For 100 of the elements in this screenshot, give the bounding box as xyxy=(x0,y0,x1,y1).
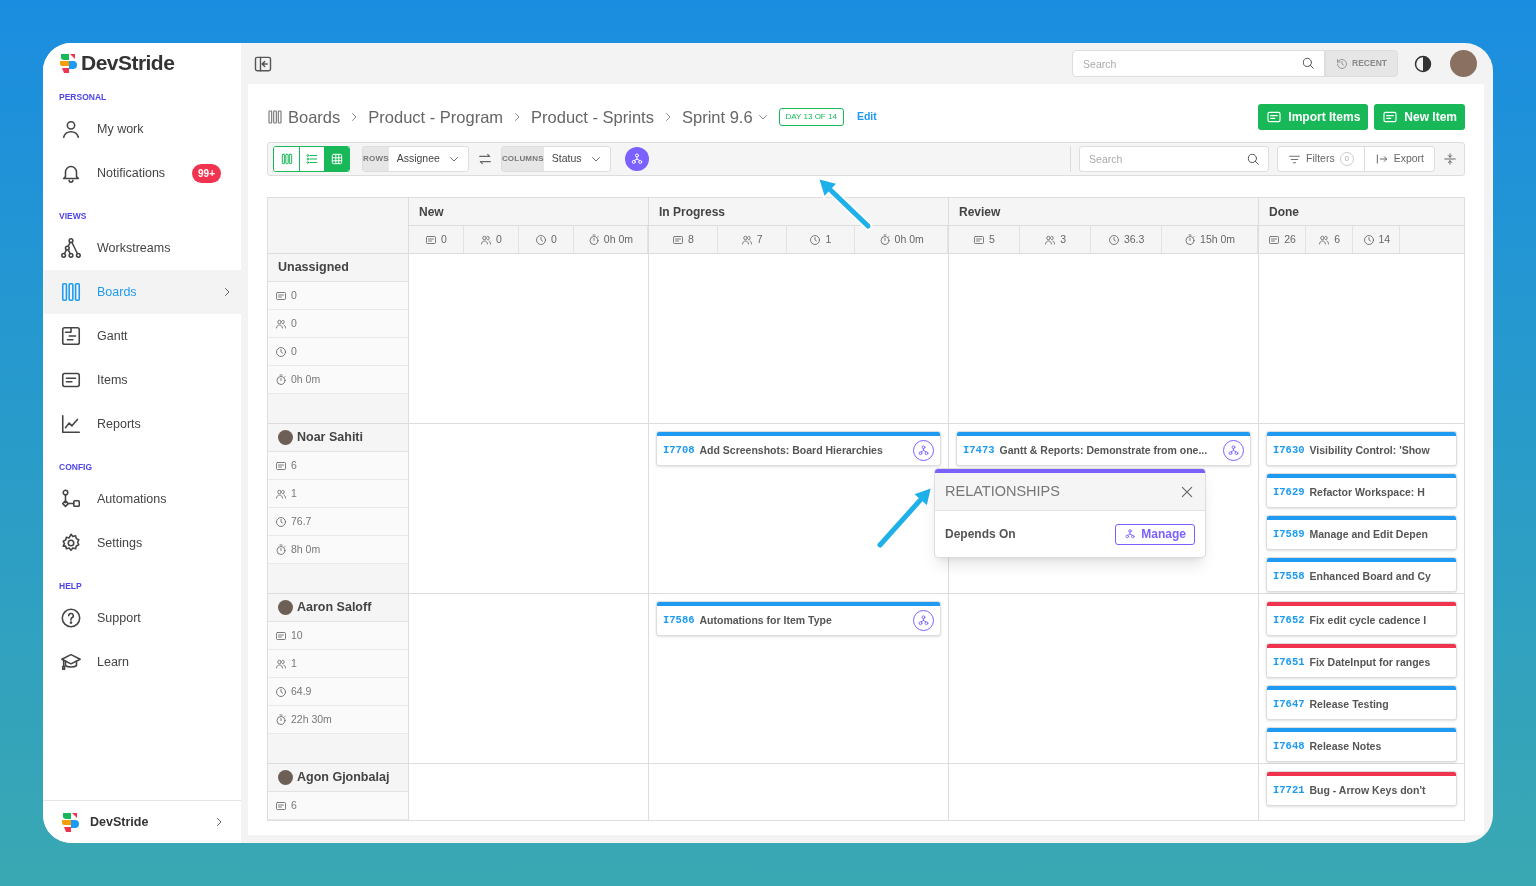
hierarchy-icon xyxy=(1227,444,1240,457)
column-stat: 0h 0m xyxy=(603,231,634,247)
item-card[interactable]: I7586 Automations for Item Type xyxy=(656,601,941,636)
contrast-icon[interactable] xyxy=(1414,54,1432,73)
card-icon xyxy=(275,799,287,812)
item-id: I7558 xyxy=(1273,568,1305,584)
logo-icon xyxy=(60,811,80,833)
clock-icon xyxy=(275,345,287,358)
card-icon xyxy=(1268,233,1281,246)
row-title: Aaron Saloff xyxy=(297,599,372,617)
column-stat: 1 xyxy=(825,231,832,247)
column-stat: 26 xyxy=(1284,231,1296,247)
column-stat: 6 xyxy=(1334,231,1341,247)
sidebar-item[interactable]: Gantt xyxy=(43,314,241,358)
card-icon xyxy=(1266,109,1283,125)
history-icon xyxy=(1336,57,1349,70)
breadcrumb-link[interactable]: Product - Sprints xyxy=(531,104,654,130)
clock-icon xyxy=(535,233,547,246)
search-field[interactable]: Search xyxy=(1072,50,1326,77)
people-icon xyxy=(275,487,287,500)
graduation-cap-icon xyxy=(60,651,82,673)
item-card[interactable]: I7630 Visibility Control: 'Show xyxy=(1266,431,1457,466)
item-card[interactable]: I7652 Fix edit cycle cadence I xyxy=(1266,601,1457,636)
sidebar-item[interactable]: Learn xyxy=(43,640,241,684)
view-toggle[interactable] xyxy=(299,147,324,171)
card-icon xyxy=(425,233,438,246)
card-icon xyxy=(671,233,684,246)
item-id: I7630 xyxy=(1273,442,1305,458)
item-title: Bug - Arrow Keys don't xyxy=(1309,782,1426,798)
column-stat: 0 xyxy=(551,231,557,247)
item-card[interactable]: I7651 Fix DateInput for ranges xyxy=(1266,643,1457,678)
view-toggle[interactable] xyxy=(274,147,299,171)
sprint-day-badge: DAY 13 OF 14 xyxy=(778,108,844,126)
item-id: I7651 xyxy=(1273,654,1305,670)
avatar xyxy=(278,430,293,445)
section-label: VIEWS xyxy=(58,210,88,223)
column-stat: 8 xyxy=(687,231,694,247)
sidebar-item[interactable]: Notifications 99+ xyxy=(43,151,241,195)
sidebar-item[interactable]: Support xyxy=(43,596,241,640)
item-card[interactable]: I7648 Release Notes xyxy=(1266,727,1457,762)
search-icon xyxy=(1301,56,1316,70)
line-chart-icon xyxy=(60,413,82,435)
hierarchy-icon xyxy=(60,237,82,259)
select-field[interactable]: COLUMNS Status xyxy=(500,146,611,172)
people-icon xyxy=(1044,233,1057,246)
sidebar-item[interactable]: My work xyxy=(43,107,241,151)
hierarchy-icon xyxy=(1124,528,1137,540)
item-id: I7586 xyxy=(663,612,695,628)
stopwatch-icon xyxy=(878,233,891,246)
search-icon xyxy=(1246,152,1261,166)
item-card[interactable]: I7473 Gantt & Reports: Demonstrate from one... xyxy=(956,431,1251,466)
row-stat: 0 xyxy=(291,287,297,303)
breadcrumb-link[interactable]: Product - Program xyxy=(368,104,504,130)
row-stat: 10 xyxy=(291,627,303,643)
row-stat: 0 xyxy=(291,315,297,331)
people-icon xyxy=(480,233,493,246)
item-id: I7708 xyxy=(663,442,695,458)
column-stat: 0 xyxy=(496,231,502,247)
people-icon xyxy=(275,317,287,330)
row-stat: 6 xyxy=(291,797,297,813)
item-id: I7473 xyxy=(963,442,995,458)
relationships-button[interactable] xyxy=(624,147,649,171)
sidebar-item[interactable]: Items xyxy=(43,358,241,402)
row-stat: 0 xyxy=(291,343,297,359)
item-card[interactable]: I7558 Enhanced Board and Cy xyxy=(1266,557,1457,592)
people-icon xyxy=(740,233,753,246)
item-card[interactable]: I7589 Manage and Edit Depen xyxy=(1266,515,1457,550)
breadcrumb-link[interactable]: Sprint 9.6 xyxy=(681,104,753,130)
item-card[interactable]: I7647 Release Testing xyxy=(1266,685,1457,720)
avatar[interactable] xyxy=(1450,50,1477,77)
column-stat: 5 xyxy=(989,231,995,247)
sidebar-item[interactable]: Automations xyxy=(43,477,241,521)
row-stat: 1 xyxy=(291,655,297,671)
item-card[interactable]: I7708 Add Screenshots: Board Hierarchies xyxy=(656,431,941,466)
view-toggle[interactable] xyxy=(324,147,349,171)
item-card[interactable]: I7721 Bug - Arrow Keys don't xyxy=(1266,771,1457,806)
sidebar-item[interactable]: Workstreams xyxy=(43,226,241,270)
item-title: Manage and Edit Depen xyxy=(1309,526,1428,542)
item-card[interactable]: I7629 Refactor Workspace: H xyxy=(1266,473,1457,508)
sidebar-item[interactable]: Settings xyxy=(43,521,241,565)
column-title: In Progress xyxy=(659,203,726,221)
swap-icon xyxy=(476,151,493,167)
breadcrumb-link[interactable]: Boards xyxy=(288,104,341,130)
collapse-rows-icon xyxy=(1443,152,1457,166)
count-badge: 99+ xyxy=(192,163,221,183)
select-field[interactable]: ROWS Assignee xyxy=(362,146,469,172)
columns-icon xyxy=(267,109,283,125)
section-label: CONFIG xyxy=(58,461,94,474)
export-button[interactable]: Export xyxy=(1364,147,1434,171)
hierarchy-icon xyxy=(629,152,644,166)
search-field[interactable]: Search xyxy=(1079,146,1270,172)
row-stat: 1 xyxy=(291,485,297,501)
stopwatch-icon xyxy=(587,233,600,246)
item-title: Fix DateInput for ranges xyxy=(1309,654,1431,670)
workspace-switcher[interactable]: DevStride xyxy=(43,800,241,843)
filters-button[interactable]: Filters 0 xyxy=(1278,147,1365,171)
stopwatch-icon xyxy=(275,373,287,386)
gantt-icon xyxy=(60,325,82,347)
manage-button[interactable]: Manage xyxy=(1115,523,1195,545)
sidebar-item[interactable]: Reports xyxy=(43,402,241,446)
